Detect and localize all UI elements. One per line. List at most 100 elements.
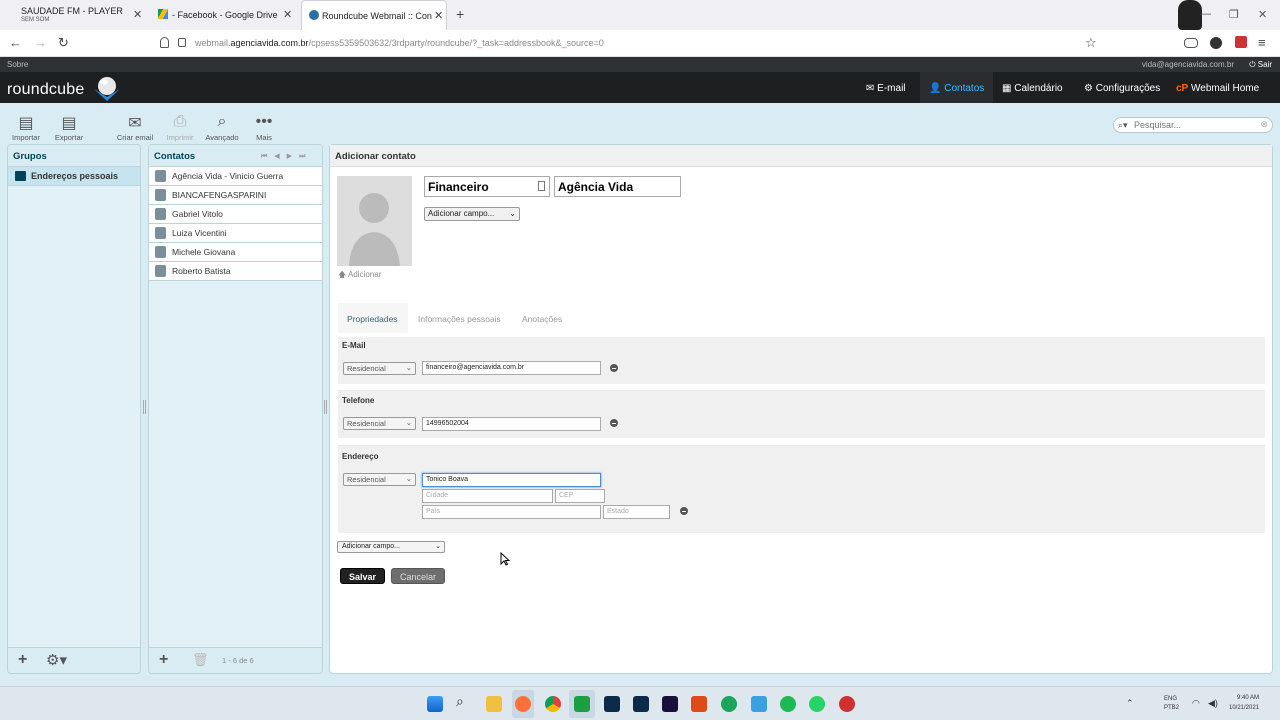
phone-type-select[interactable]: Residencial ⌄: [343, 417, 416, 430]
clock-date[interactable]: 10/21/2021: [1229, 705, 1259, 711]
close-icon[interactable]: ✕: [133, 8, 142, 21]
add-group-icon[interactable]: +: [18, 651, 27, 669]
list-item[interactable]: Michele Giovana: [149, 243, 322, 262]
close-icon[interactable]: ✕: [283, 8, 292, 21]
forward-icon[interactable]: →: [34, 35, 47, 50]
last-name-field[interactable]: Agência Vida: [554, 176, 681, 197]
add-photo-button[interactable]: 🡅 Adicionar: [338, 269, 381, 283]
language-indicator[interactable]: ENG: [1164, 696, 1177, 702]
minimize-icon[interactable]: —: [1200, 8, 1211, 20]
window-close-icon[interactable]: ✕: [1258, 8, 1267, 21]
close-icon[interactable]: ✕: [434, 9, 443, 22]
logout-link[interactable]: ⏻ Sair: [1249, 60, 1272, 70]
keyboard-layout-indicator[interactable]: PTB2: [1164, 705, 1179, 711]
add-field-select-bottom[interactable]: Adicionar campo... ⌄: [337, 541, 445, 553]
gear-icon[interactable]: ⚙▾: [46, 651, 67, 669]
wifi-icon[interactable]: ◠: [1192, 698, 1200, 709]
pocket-icon[interactable]: [1184, 38, 1198, 48]
city-field[interactable]: Cidade: [422, 489, 553, 503]
address-type-select[interactable]: Residencial ⌄: [343, 473, 416, 486]
spotify-icon[interactable]: [780, 696, 796, 712]
chrome-icon[interactable]: [545, 696, 561, 712]
remove-address-icon[interactable]: [680, 507, 688, 515]
browser-tab-roundcube[interactable]: Roundcube Webmail :: Contato ✕: [301, 0, 447, 30]
add-contact-icon[interactable]: +: [159, 651, 168, 669]
nav-contacts[interactable]: 👤 Contatos: [929, 83, 984, 94]
clock-time[interactable]: 9:40 AM: [1237, 695, 1259, 701]
app-icon[interactable]: [751, 696, 767, 712]
email-type-select[interactable]: Residencial ⌄: [343, 362, 416, 375]
about-link[interactable]: Sobre: [7, 60, 28, 69]
nav-calendar[interactable]: ▦ Calendário: [1002, 83, 1063, 94]
file-explorer-icon[interactable]: [486, 696, 502, 712]
list-item[interactable]: Gabriel Vitolo: [149, 205, 322, 224]
list-item[interactable]: Roberto Batista: [149, 262, 322, 281]
bookmark-star-icon[interactable]: ☆: [1085, 35, 1097, 51]
windows-start-icon[interactable]: [427, 696, 443, 712]
app-icon[interactable]: [839, 696, 855, 712]
list-item[interactable]: Luiza Vicentini: [149, 224, 322, 243]
tab-notes-label: Anotações: [522, 314, 563, 324]
search-icon[interactable]: ⌕: [456, 693, 472, 709]
remove-phone-icon[interactable]: [610, 419, 618, 427]
import-button[interactable]: ▤ Importar: [6, 113, 46, 142]
extension-icon[interactable]: [1235, 36, 1247, 48]
premiere-icon[interactable]: [662, 696, 678, 712]
app-icon[interactable]: [691, 696, 707, 712]
lightroom-icon[interactable]: [633, 696, 649, 712]
clear-search-icon[interactable]: ⊗: [1260, 119, 1268, 130]
app-icon[interactable]: [721, 696, 737, 712]
trash-icon[interactable]: 🗑: [192, 652, 209, 668]
advanced-label: Avançado: [205, 133, 239, 142]
advanced-search-button[interactable]: ⌕ Avançado: [202, 113, 242, 142]
nav-email[interactable]: ✉ E-mail: [866, 83, 906, 94]
photoshop-icon[interactable]: [604, 696, 620, 712]
phone-field[interactable]: 14996502004: [422, 417, 601, 431]
country-field[interactable]: País: [422, 505, 601, 519]
quick-search[interactable]: ⌕▾ ⊗: [1113, 117, 1273, 133]
avatar[interactable]: [337, 176, 412, 266]
tab-personal-info[interactable]: Informações pessoais: [418, 314, 501, 324]
group-item-personal[interactable]: Endereços pessoais: [8, 167, 140, 186]
save-button[interactable]: Salvar: [340, 568, 386, 584]
url-domain: agenciavida.com.br: [230, 38, 309, 48]
list-item[interactable]: BIANCAFENGASPARINI: [149, 186, 322, 205]
tray-chevron-icon[interactable]: ⌃: [1126, 698, 1134, 709]
zip-field[interactable]: CEP: [555, 489, 605, 503]
more-button[interactable]: ••• Mais: [244, 113, 284, 142]
restore-icon[interactable]: ❐: [1229, 8, 1239, 21]
new-tab-icon[interactable]: +: [456, 6, 464, 22]
list-item[interactable]: Agência Vida - Vinicio Guerra: [149, 167, 322, 186]
street-field[interactable]: Tonico Boava: [422, 473, 601, 487]
export-button[interactable]: ▤ Exportar: [49, 113, 89, 142]
browser-tab-saudade[interactable]: SAUDADE FM - PLAYER SEM SOM ✕: [0, 0, 150, 30]
firefox-icon[interactable]: [515, 696, 531, 712]
resize-handle[interactable]: [324, 400, 327, 414]
tab-properties[interactable]: Propriedades: [338, 303, 408, 333]
email-field[interactable]: financeiro@agenciavida.com.br: [422, 361, 601, 375]
print-button[interactable]: ⎙ Imprimir: [160, 113, 200, 142]
nav-settings[interactable]: ⚙ Configurações: [1084, 83, 1160, 94]
reload-icon[interactable]: ↻: [58, 35, 69, 51]
remove-email-icon[interactable]: [610, 364, 618, 372]
whatsapp-icon[interactable]: [809, 696, 825, 712]
back-icon[interactable]: ←: [9, 35, 22, 50]
pagination-icons[interactable]: ⏮◀▶⏭: [261, 152, 312, 161]
cancel-button[interactable]: Cancelar: [391, 568, 446, 584]
nav-webmail-home[interactable]: cP Webmail Home: [1176, 83, 1259, 94]
search-input[interactable]: [1134, 119, 1254, 131]
tab-notes[interactable]: Anotações: [522, 314, 562, 324]
app-icon[interactable]: [574, 696, 590, 712]
profile-icon[interactable]: [1210, 37, 1222, 49]
resize-handle[interactable]: [143, 400, 146, 414]
browser-tab-drive[interactable]: - Facebook - Google Drive ✕: [150, 0, 300, 30]
volume-icon[interactable]: ◀): [1208, 698, 1218, 709]
url-bar[interactable]: webmail.agenciavida.com.br/cpsess5359503…: [195, 38, 604, 48]
field-menu-icon[interactable]: [538, 181, 545, 191]
add-field-select[interactable]: Adicionar campo... ⌄: [424, 207, 520, 221]
first-name-field[interactable]: Financeiro: [424, 176, 550, 197]
compose-email-button[interactable]: ✉ Criar email: [115, 113, 155, 142]
last-name-value: Agência Vida: [558, 180, 634, 194]
menu-icon[interactable]: ≡: [1258, 35, 1266, 50]
state-field[interactable]: Estado: [603, 505, 670, 519]
